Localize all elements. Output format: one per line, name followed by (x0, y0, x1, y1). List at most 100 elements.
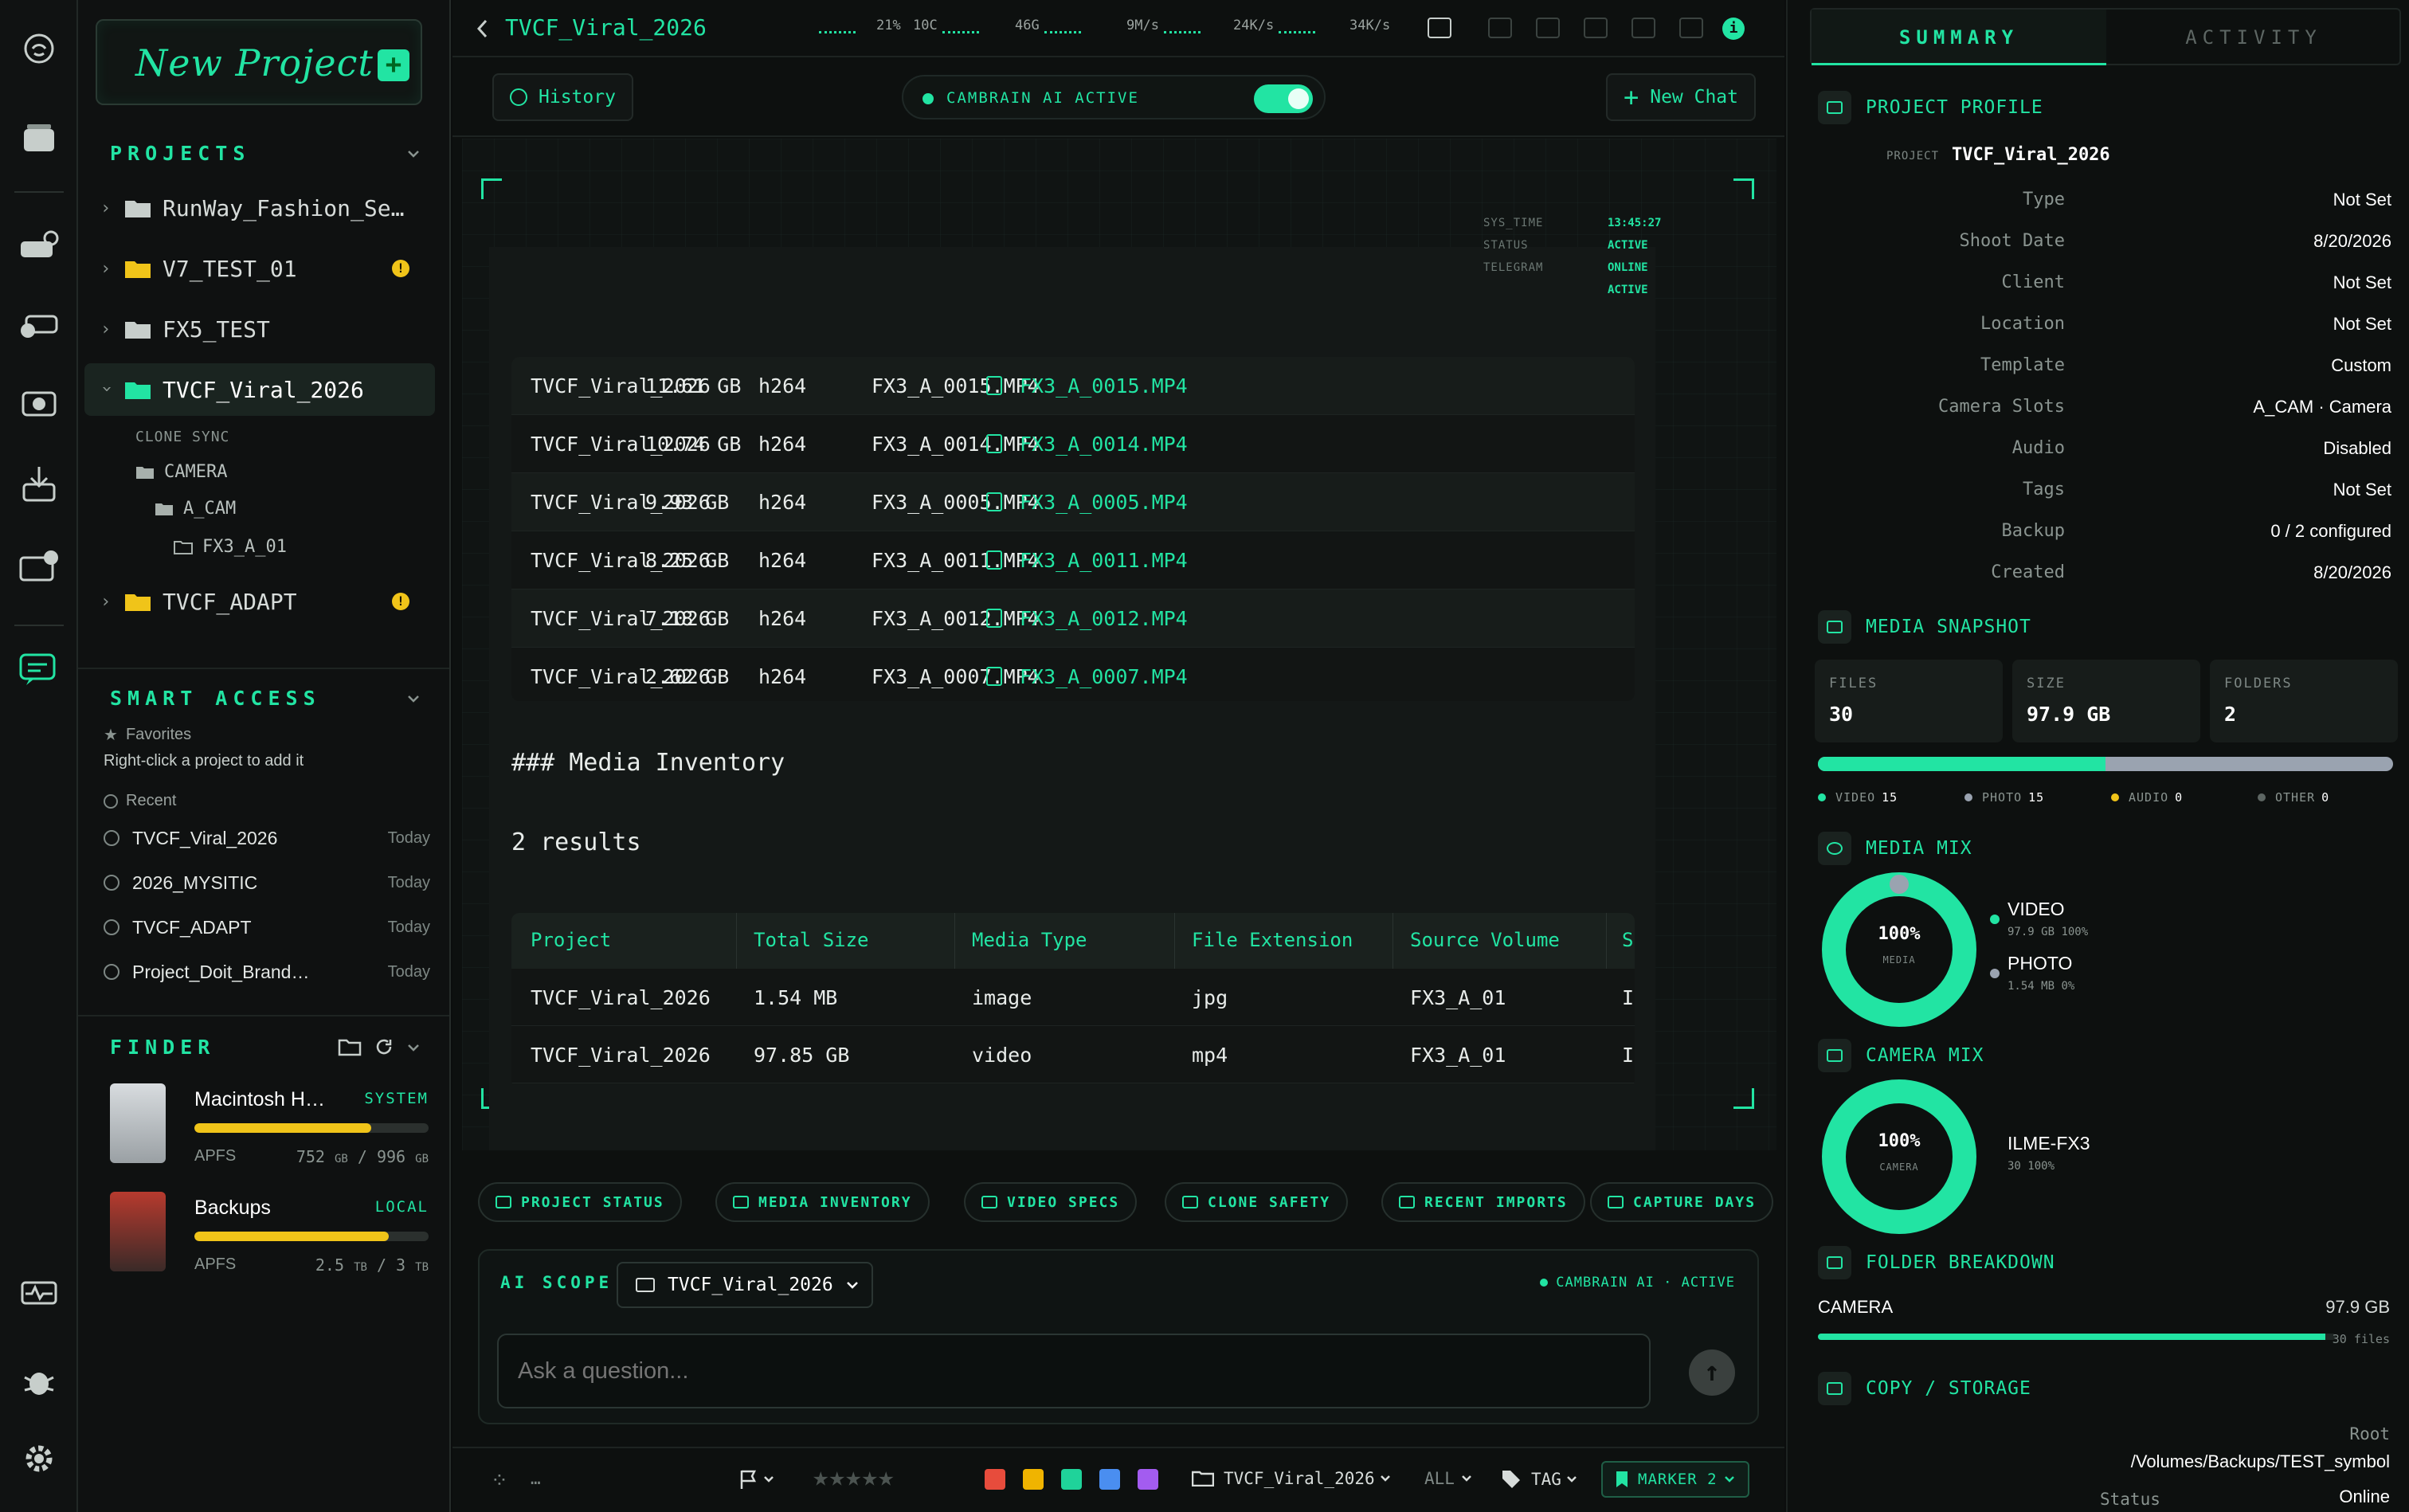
chevron-down-icon[interactable]: › (97, 383, 117, 396)
chevron-down-icon[interactable] (406, 147, 421, 161)
stat-value: 46G (1015, 18, 1040, 33)
panel-icon[interactable] (1679, 18, 1703, 38)
table-row[interactable]: TVCF_Viral_2026 8.25 GB h264 FX3_A_0011.MP4… (511, 531, 1635, 590)
color-label-swatch[interactable] (1061, 1469, 1082, 1490)
quick-action-chip[interactable]: CAPTURE DAYS (1590, 1182, 1774, 1222)
table-row[interactable]: TVCF_Viral_2026 11.61 GB h264 FX3_A_0015.MP… (511, 357, 1635, 415)
color-label-swatch[interactable] (1023, 1469, 1044, 1490)
chevron-right-icon[interactable]: › (100, 198, 113, 218)
file-link[interactable]: FX3_A_0012.MP4 (986, 607, 1188, 630)
folder-help-icon[interactable] (18, 545, 61, 588)
project-item-active[interactable]: › TVCF_Viral_2026 (84, 363, 435, 416)
star-rating[interactable]: ★ ★ ★ ★ ★ (813, 1461, 894, 1493)
table-row[interactable]: TVCF_Viral_2026 9.93 GB h264 FX3_A_0005.MP4… (511, 473, 1635, 531)
project-item[interactable]: › TVCF_ADAPT ! (84, 575, 435, 628)
tab-activity[interactable]: ACTIVITY (2106, 10, 2401, 65)
star-icon[interactable]: ★ (861, 1461, 877, 1493)
drive-check-icon[interactable] (18, 303, 61, 346)
cell: mp4 (1192, 1044, 1228, 1067)
flag-dropdown[interactable] (739, 1469, 774, 1490)
table-row[interactable]: TVCF_Viral_2026 10.74 GB h264 FX3_A_0014.MP… (511, 415, 1635, 473)
table-row[interactable]: TVCF_Viral_2026 7.18 GB h264 FX3_A_0012.MP4… (511, 590, 1635, 648)
chevron-down-icon[interactable] (406, 691, 421, 706)
split-view-icon[interactable] (1488, 18, 1512, 38)
preview-icon[interactable] (1631, 18, 1655, 38)
cell: image (972, 986, 1032, 1009)
layout-rows-icon[interactable] (1536, 18, 1560, 38)
section-title: FOLDER BREAKDOWN (1866, 1252, 2055, 1273)
sidebar-toggle-icon[interactable] (1428, 18, 1451, 38)
color-label-swatch[interactable] (1138, 1469, 1158, 1490)
marker-dropdown[interactable]: MARKER 2 (1601, 1461, 1749, 1498)
recent-item[interactable]: 2026_MYSITIC Today (104, 867, 430, 899)
color-label-swatch[interactable] (1099, 1469, 1120, 1490)
bookmark-icon (1616, 1471, 1628, 1487)
back-chevron-icon[interactable] (476, 19, 489, 38)
tree-fx3-a-01[interactable]: FX3_A_01 (174, 537, 287, 557)
project-item[interactable]: › RunWay_Fashion_Se… (84, 182, 435, 234)
recent-item[interactable]: Project_Doit_Brand… Today (104, 956, 430, 988)
recent-item[interactable]: TVCF_ADAPT Today (104, 911, 430, 943)
settings-gear-icon[interactable] (18, 1437, 61, 1480)
activity-icon[interactable] (18, 1271, 61, 1314)
drive-sync-icon[interactable] (18, 225, 61, 268)
file-link[interactable]: FX3_A_0014.MP4 (986, 433, 1188, 456)
chevron-right-icon[interactable]: › (100, 592, 113, 612)
tag-dropdown[interactable]: TAG (1501, 1469, 1577, 1490)
tab-summary[interactable]: SUMMARY (1812, 10, 2106, 65)
grid-view-icon[interactable] (1584, 18, 1608, 38)
star-icon[interactable]: ★ (813, 1461, 828, 1493)
new-folder-icon[interactable] (338, 1037, 362, 1056)
stack-icon[interactable] (18, 116, 61, 159)
profile-row: Created 8/20/2026 (1818, 562, 2391, 599)
project-dropdown[interactable]: TVCF_Viral_2026 (1192, 1469, 1391, 1488)
recent-item[interactable]: TVCF_Viral_2026 Today (104, 822, 430, 854)
scope-select[interactable]: TVCF_Viral_2026 (617, 1262, 873, 1308)
project-item[interactable]: › FX5_TEST (84, 303, 435, 355)
filter-dropdown[interactable]: ALL (1424, 1469, 1472, 1488)
send-button[interactable]: ↑ (1689, 1349, 1735, 1396)
new-project-card[interactable]: New Project + (96, 19, 422, 105)
question-input[interactable] (497, 1334, 1651, 1408)
add-project-button[interactable]: + (378, 49, 409, 81)
project-item[interactable]: › V7_TEST_01 ! (84, 242, 435, 295)
table-row[interactable]: TVCF_Viral_2026 1.54 MB image jpg FX3_A_… (511, 969, 1635, 1026)
chevron-down-icon[interactable] (406, 1040, 421, 1055)
file-link[interactable]: FX3_A_0015.MP4 (986, 374, 1188, 398)
star-icon[interactable]: ★ (878, 1461, 894, 1493)
file-link[interactable]: FX3_A_0011.MP4 (986, 549, 1188, 572)
table-row[interactable]: TVCF_Viral_2026 2.62 GB h264 FX3_A_0007.MP4… (511, 648, 1635, 701)
ai-toggle-switch[interactable] (1254, 84, 1313, 113)
file-link[interactable]: FX3_A_0007.MP4 (986, 665, 1188, 688)
quick-action-chip[interactable]: PROJECT STATUS (478, 1182, 682, 1222)
quick-action-chip[interactable]: MEDIA INVENTORY (715, 1182, 930, 1222)
file-search-icon (986, 609, 1002, 628)
new-chat-button[interactable]: + New Chat (1605, 73, 1756, 121)
quick-action-chip[interactable]: RECENT IMPORTS (1381, 1182, 1585, 1222)
table-row[interactable]: TVCF_Viral_2026 97.85 GB video mp4 FX3_A… (511, 1026, 1635, 1083)
color-label-swatch[interactable] (985, 1469, 1005, 1490)
refresh-icon[interactable] (374, 1037, 394, 1056)
chevron-right-icon[interactable]: › (100, 319, 113, 339)
star-icon[interactable]: ★ (828, 1461, 844, 1493)
bug-icon[interactable] (18, 1361, 61, 1404)
profile-key: Audio (2011, 438, 2065, 458)
file-link[interactable]: FX3_A_0005.MP4 (986, 491, 1188, 514)
grid-dots-icon[interactable]: ⁘ (491, 1469, 508, 1493)
tree-clone-sync[interactable]: CLONE SYNC (135, 429, 229, 445)
quick-action-chip[interactable]: CLONE SAFETY (1165, 1182, 1349, 1222)
tree-camera[interactable]: CAMERA (135, 462, 227, 482)
drive-name: Backups (194, 1197, 271, 1219)
chat-icon[interactable] (18, 647, 61, 690)
drive-backups[interactable]: Backups LOCAL APFS 2.5 TB / 3 TB (110, 1192, 429, 1287)
info-icon[interactable]: i (1722, 18, 1745, 40)
star-icon[interactable]: ★ (845, 1461, 861, 1493)
tree-a-cam[interactable]: A_CAM (155, 499, 236, 519)
quick-action-chip[interactable]: VIDEO SPECS (964, 1182, 1138, 1222)
history-button[interactable]: History (492, 73, 633, 121)
drive-macintosh-hd[interactable]: Macintosh H… SYSTEM APFS 752 GB / 996 GB (110, 1083, 429, 1179)
import-icon[interactable] (18, 462, 61, 505)
brain-ai-icon[interactable] (18, 27, 61, 70)
chevron-right-icon[interactable]: › (100, 259, 113, 279)
camera-icon[interactable] (18, 381, 61, 424)
